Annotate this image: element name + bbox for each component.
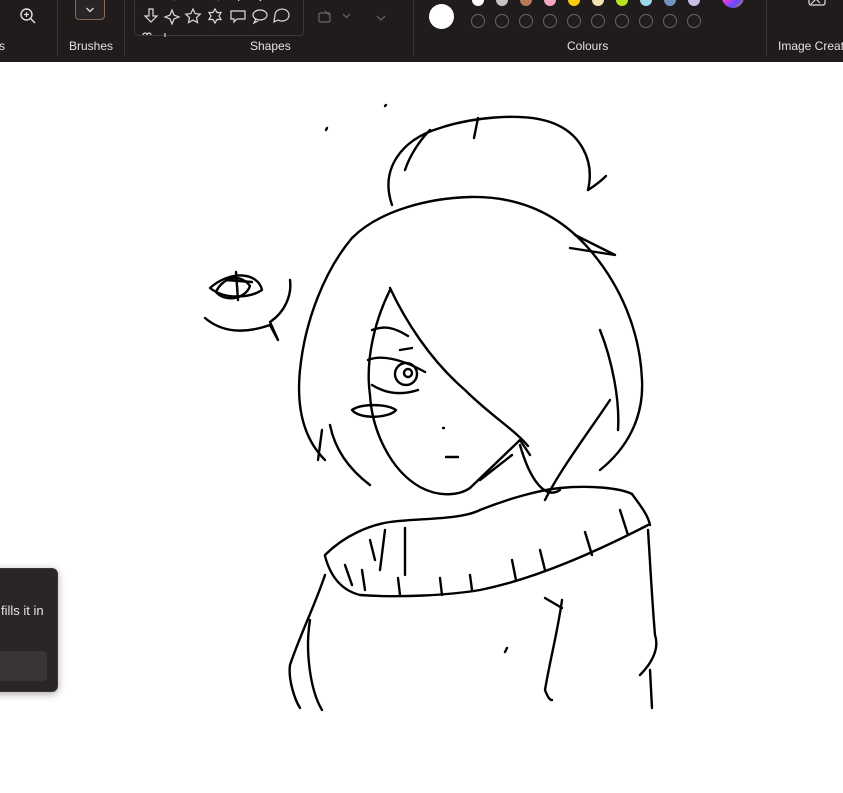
colour-swatch[interactable] (688, 0, 700, 6)
custom-colour-slot[interactable] (543, 14, 557, 28)
colour-swatch[interactable] (520, 0, 532, 6)
drawing-canvas[interactable] (0, 62, 843, 788)
group-label-tools: s (0, 39, 5, 53)
separator (766, 0, 767, 56)
group-label-shapes: Shapes (250, 39, 291, 53)
colour-swatch[interactable] (568, 0, 580, 6)
custom-colour-slot[interactable] (591, 14, 605, 28)
custom-colour-slot[interactable] (495, 14, 509, 28)
custom-colour-slot[interactable] (615, 14, 629, 28)
colour-swatch[interactable] (496, 0, 508, 6)
zoom-in-icon[interactable] (19, 7, 37, 30)
separator (413, 0, 414, 56)
colour-swatch[interactable] (640, 0, 652, 6)
group-label-colours: Colours (567, 39, 609, 53)
outline-icon[interactable] (317, 9, 353, 30)
colour-swatch[interactable] (616, 0, 628, 6)
colour-swatch[interactable] (592, 0, 604, 6)
group-label-image-creator: Image Creat (778, 39, 843, 53)
colour-swatch[interactable] (664, 0, 676, 6)
group-label-brushes: Brushes (69, 39, 114, 53)
ribbon-toolbar: s Brushes Shapes Colours Image Creat (0, 0, 843, 62)
primary-colour-swatch[interactable] (429, 4, 454, 29)
separator (57, 0, 58, 56)
image-creator-icon[interactable] (807, 0, 829, 13)
custom-colour-slot[interactable] (639, 14, 653, 28)
custom-colour-slot[interactable] (519, 14, 533, 28)
shapes-gallery[interactable] (134, 0, 304, 37)
custom-colour-slot[interactable] (471, 14, 485, 28)
chevron-down-icon[interactable] (374, 10, 388, 28)
canvas-drawing (203, 103, 658, 712)
tooltip-action-button[interactable] (0, 651, 47, 681)
chevron-down-icon (86, 7, 94, 13)
custom-colour-slot[interactable] (663, 14, 677, 28)
separator (124, 0, 125, 56)
brush-dropdown-button[interactable] (75, 0, 105, 20)
custom-colour-slot[interactable] (567, 14, 581, 28)
shapes-gallery-icons (142, 0, 290, 37)
custom-colour-slot[interactable] (687, 14, 701, 28)
colour-wheel-icon[interactable] (720, 0, 746, 15)
colour-swatch[interactable] (544, 0, 556, 6)
colour-swatch[interactable] (472, 0, 484, 6)
teaching-tooltip: fills it in (0, 568, 58, 692)
tooltip-text: fills it in (1, 603, 44, 618)
